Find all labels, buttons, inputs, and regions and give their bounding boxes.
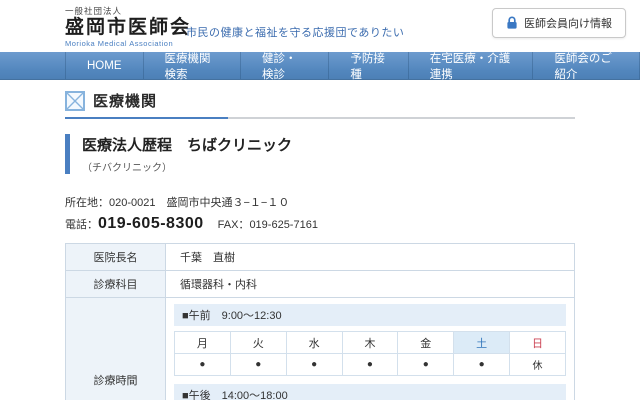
day-mon: 月 (175, 332, 231, 354)
main-content: 医療機関 医療法人歴程 ちばクリニック （チバクリニック） 所在地：020-00… (0, 90, 640, 400)
address-line: 所在地：020-0021 盛岡市中央通３−１−１０ (65, 194, 575, 210)
phone-label: 電話： (65, 216, 98, 232)
mark-thu: ● (342, 354, 398, 376)
session-afternoon-label: ■午後 14:00～18:00 (174, 384, 566, 400)
day-fri: 金 (398, 332, 454, 354)
page-title-row: 医療機関 (65, 90, 575, 111)
mark-wed: ● (286, 354, 342, 376)
marks-row: ● ● ● ● ● ● 休 (175, 354, 566, 376)
clinic-name-reading: （チバクリニック） (82, 159, 575, 174)
clinic-info-table: 医院長名 千葉 直樹 診療科目 循環器科・内科 診療時間 ■午前 9:00～12… (65, 243, 575, 400)
page-title: 医療機関 (93, 90, 157, 111)
title-underline (65, 117, 575, 119)
org-name-en: Morioka Medical Association (65, 39, 191, 48)
nav-item-vaccination[interactable]: 予防接種 (328, 52, 407, 79)
site-logo[interactable]: 一般社団法人 盛岡市医師会 Morioka Medical Associatio… (65, 5, 191, 48)
day-sun: 日 (510, 332, 566, 354)
nav-item-home[interactable]: HOME (65, 52, 143, 79)
address-label: 所在地： (65, 197, 109, 209)
corporation-type: 一般社団法人 (65, 5, 191, 17)
lock-icon (506, 16, 518, 30)
address-value: 020-0021 盛岡市中央通３−１−１０ (109, 197, 289, 209)
title-underline-accent (65, 117, 228, 119)
mark-tue: ● (230, 354, 286, 376)
mark-sun: 休 (510, 354, 566, 376)
nav-item-homecare[interactable]: 在宅医療・介護連携 (408, 52, 533, 79)
hours-label: 診療時間 (66, 298, 166, 400)
day-header-row: 月 火 水 木 金 土 日 (175, 332, 566, 354)
clinic-header: 医療法人歴程 ちばクリニック （チバクリニック） (65, 134, 575, 174)
nav-item-about[interactable]: 医師会のご紹介 (532, 52, 640, 79)
site-tagline: 市民の健康と福祉を守る応援団でありたい (186, 24, 404, 40)
image-placeholder-icon (65, 91, 85, 111)
mark-fri: ● (398, 354, 454, 376)
schedule-session-morning: ■午前 9:00～12:30 月 火 水 木 金 土 日 ● (174, 304, 566, 376)
departments-label: 診療科目 (66, 271, 166, 297)
table-row-director: 医院長名 千葉 直樹 (66, 244, 574, 271)
phone-line: 電話： 019-605-8300 FAX：019-625-7161 (65, 215, 575, 233)
day-sat: 土 (454, 332, 510, 354)
session-morning-label: ■午前 9:00～12:30 (174, 304, 566, 326)
phone-number: 019-605-8300 (98, 215, 204, 233)
schedule-table-morning: 月 火 水 木 金 土 日 ● ● ● ● (174, 331, 566, 376)
org-name: 盛岡市医師会 (65, 17, 191, 39)
nav-item-institution-search[interactable]: 医療機関検索 (143, 52, 240, 79)
table-row-departments: 診療科目 循環器科・内科 (66, 271, 574, 298)
table-row-hours: 診療時間 ■午前 9:00～12:30 月 火 水 木 金 土 日 (66, 298, 574, 400)
address-block: 所在地：020-0021 盛岡市中央通３−１−１０ 電話： 019-605-83… (65, 194, 575, 233)
day-wed: 水 (286, 332, 342, 354)
member-info-label: 医師会員向け情報 (524, 15, 612, 31)
mark-sat: ● (454, 354, 510, 376)
nav-item-checkups[interactable]: 健診・検診 (240, 52, 328, 79)
fax-label: FAX： (218, 216, 250, 232)
fax-number: 019-625-7161 (249, 219, 318, 231)
site-header: 一般社団法人 盛岡市医師会 Morioka Medical Associatio… (0, 0, 640, 52)
director-label: 医院長名 (66, 244, 166, 270)
mark-mon: ● (175, 354, 231, 376)
departments-value: 循環器科・内科 (166, 271, 574, 297)
clinic-name: 医療法人歴程 ちばクリニック (82, 134, 575, 155)
hours-cell: ■午前 9:00～12:30 月 火 水 木 金 土 日 ● (166, 298, 574, 400)
member-info-button[interactable]: 医師会員向け情報 (492, 8, 626, 38)
schedule-session-afternoon: ■午後 14:00～18:00 月 火 水 木 金 土 日 ● (174, 384, 566, 400)
day-thu: 木 (342, 332, 398, 354)
director-name: 千葉 直樹 (166, 244, 574, 270)
day-tue: 火 (230, 332, 286, 354)
main-nav: HOME 医療機関検索 健診・検診 予防接種 在宅医療・介護連携 医師会のご紹介 (0, 52, 640, 80)
